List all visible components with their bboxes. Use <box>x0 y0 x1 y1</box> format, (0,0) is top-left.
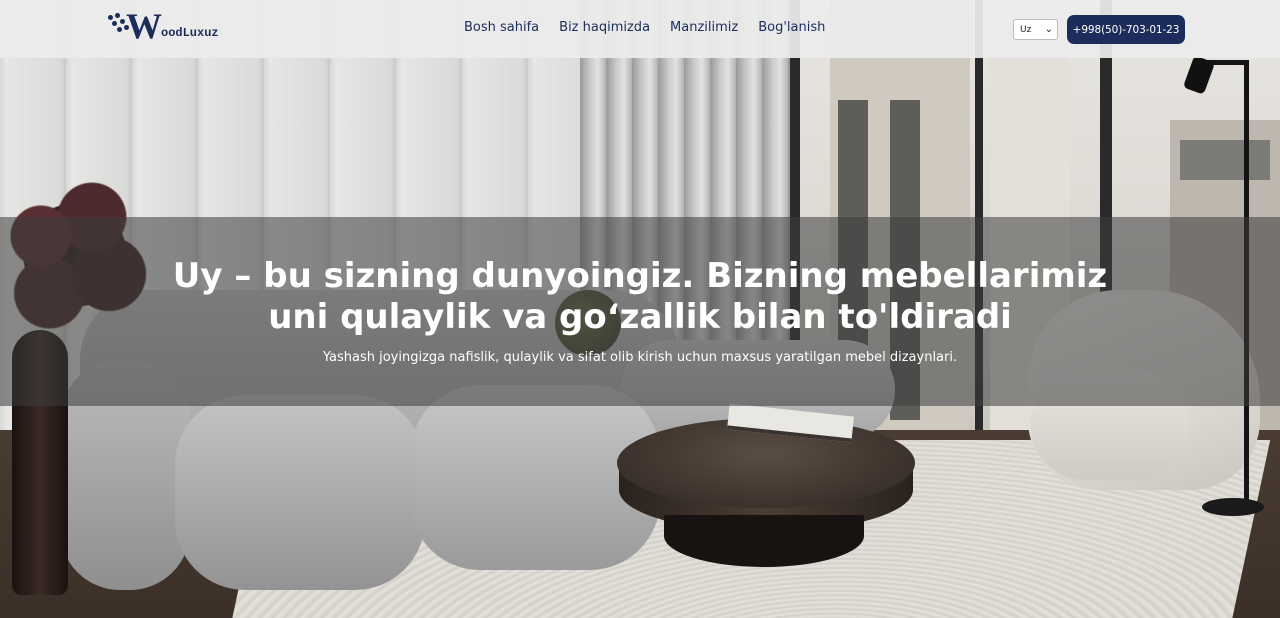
sofa-cushion <box>175 395 425 590</box>
phone-button[interactable]: +998(50)-703-01-23 <box>1067 15 1185 44</box>
nav-link-address[interactable]: Manzilimiz <box>670 20 738 35</box>
main-nav: Bosh sahifa Biz haqimizda Manzilimiz Bog… <box>464 20 845 35</box>
floor-lamp-base <box>1202 498 1264 516</box>
logo[interactable]: W oodLuxuz <box>108 6 248 46</box>
hero-title-line-2: uni qulaylik va go‘zallik bilan to'ldira… <box>268 297 1012 337</box>
logo-text: oodLuxuz <box>161 26 219 40</box>
site-header: W oodLuxuz Bosh sahifa Biz haqimizda Man… <box>0 0 1280 58</box>
hero-subtitle: Yashash joyingizga nafislik, qulaylik va… <box>322 350 958 365</box>
language-select-value: Uz <box>1020 24 1032 35</box>
nav-link-home[interactable]: Bosh sahifa <box>464 20 539 35</box>
chevron-down-icon: ⌄ <box>1044 24 1053 35</box>
nav-link-about[interactable]: Biz haqimizda <box>559 20 650 35</box>
hero-title: Uy – bu sizning dunyoingiz. Bizning mebe… <box>0 256 1280 338</box>
logo-dots-icon <box>108 11 132 41</box>
hero-title-line-1: Uy – bu sizning dunyoingiz. Bizning mebe… <box>172 256 1108 296</box>
nav-link-contact[interactable]: Bog'lanish <box>758 20 825 35</box>
language-select[interactable]: Uz ⌄ <box>1013 19 1058 40</box>
